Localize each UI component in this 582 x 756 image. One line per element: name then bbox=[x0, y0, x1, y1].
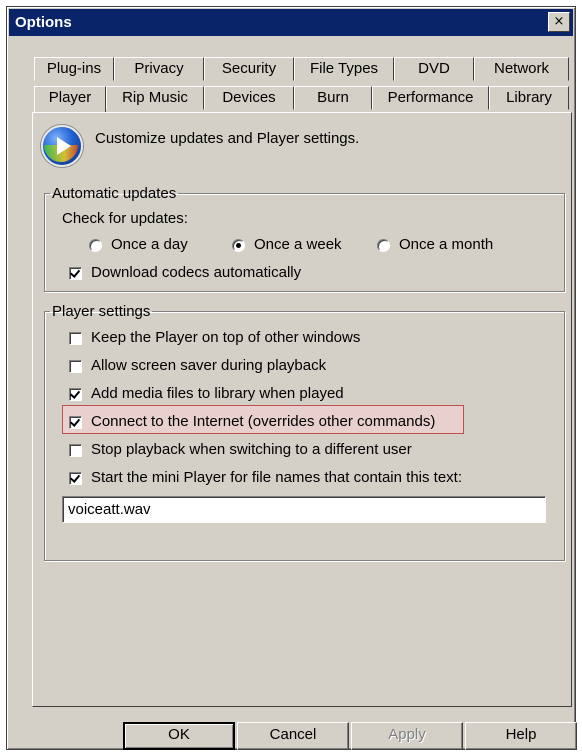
player-settings-legend: Player settings bbox=[52, 303, 151, 320]
checkbox[interactable] bbox=[69, 388, 82, 401]
tab-network[interactable]: Network bbox=[474, 57, 569, 81]
checkbox[interactable] bbox=[69, 360, 82, 373]
check-for-updates-label: Check for updates: bbox=[62, 210, 188, 227]
check-mark-icon bbox=[69, 416, 81, 427]
header-description: Customize updates and Player settings. bbox=[95, 130, 360, 147]
checkbox[interactable] bbox=[69, 444, 82, 457]
checkbox-label: Keep the Player on top of other windows bbox=[91, 329, 361, 346]
tab-dvd[interactable]: DVD bbox=[394, 57, 474, 81]
checkbox-label: Start the mini Player for file names tha… bbox=[91, 469, 463, 486]
check-mark-icon bbox=[69, 472, 81, 483]
radio-button[interactable] bbox=[232, 239, 245, 252]
checkbox-label: Add media files to library when played bbox=[91, 385, 344, 402]
close-icon: × bbox=[553, 14, 565, 29]
tab-privacy[interactable]: Privacy bbox=[114, 57, 204, 81]
close-button[interactable]: × bbox=[548, 12, 570, 32]
checkbox[interactable] bbox=[69, 332, 82, 345]
checkbox[interactable] bbox=[69, 416, 82, 429]
tab-performance[interactable]: Performance bbox=[372, 86, 489, 110]
tab-devices[interactable]: Devices bbox=[204, 86, 294, 110]
tab-player[interactable]: Player bbox=[34, 86, 106, 112]
automatic-updates-legend: Automatic updates bbox=[52, 185, 177, 202]
checkbox-label: Stop playback when switching to a differ… bbox=[91, 441, 412, 458]
radio-button[interactable] bbox=[377, 239, 390, 252]
radio-label: Once a week bbox=[254, 236, 342, 253]
cancel-button[interactable]: Cancel bbox=[237, 722, 349, 750]
mini-player-filename-input[interactable] bbox=[62, 496, 546, 523]
check-mark-icon bbox=[69, 388, 81, 399]
checkbox-label: Connect to the Internet (overrides other… bbox=[91, 413, 436, 430]
options-dialog: Options × Plug-ins Privacy Security File… bbox=[6, 6, 577, 750]
title-bar[interactable]: Options × bbox=[9, 9, 573, 36]
radio-label: Once a month bbox=[399, 236, 494, 253]
tab-library[interactable]: Library bbox=[489, 86, 569, 110]
tab-file-types[interactable]: File Types bbox=[294, 57, 394, 81]
windows-media-player-icon bbox=[41, 125, 83, 167]
window-title: Options bbox=[15, 14, 72, 31]
apply-button[interactable]: Apply bbox=[351, 722, 463, 750]
tab-burn[interactable]: Burn bbox=[294, 86, 372, 110]
checkbox-label: Download codecs automatically bbox=[91, 264, 302, 281]
help-button[interactable]: Help bbox=[465, 722, 577, 750]
radio-label: Once a day bbox=[111, 236, 188, 253]
check-mark-icon bbox=[69, 267, 81, 278]
checkbox[interactable] bbox=[69, 472, 82, 485]
checkbox[interactable] bbox=[69, 267, 82, 280]
ok-button[interactable]: OK bbox=[123, 722, 235, 750]
radio-button[interactable] bbox=[89, 239, 102, 252]
checkbox-label: Allow screen saver during playback bbox=[91, 357, 327, 374]
tab-plug-ins[interactable]: Plug-ins bbox=[34, 57, 114, 81]
tab-security[interactable]: Security bbox=[204, 57, 294, 81]
tab-rip-music[interactable]: Rip Music bbox=[106, 86, 204, 110]
